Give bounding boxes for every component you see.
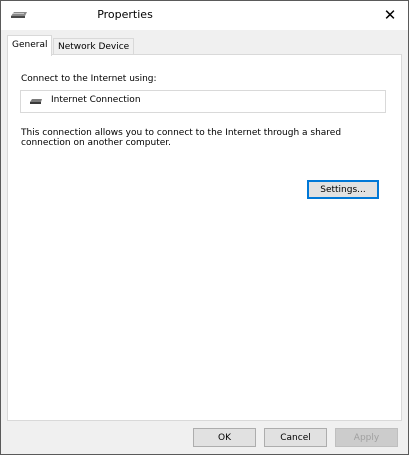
title-bar: Properties ✕: [1, 1, 408, 30]
connection-device-field: Internet Connection: [20, 90, 386, 113]
tab-general[interactable]: General: [7, 35, 53, 56]
window-title: Properties: [97, 8, 153, 21]
connection-device-name: Internet Connection: [51, 95, 141, 105]
network-adapter-icon: [30, 99, 42, 104]
tab-network-device[interactable]: Network Device: [53, 38, 135, 55]
close-button[interactable]: ✕: [373, 3, 407, 29]
properties-dialog: Properties ✕ General Network Device Conn…: [0, 0, 409, 455]
settings-button[interactable]: Settings...: [307, 180, 379, 199]
connection-description: This connection allows you to connect to…: [21, 128, 342, 148]
apply-button: Apply: [335, 428, 398, 447]
ok-button[interactable]: OK: [193, 428, 256, 447]
general-tab-panel: Connect to the Internet using: Internet …: [7, 54, 402, 421]
tab-strip: General Network Device: [7, 35, 402, 56]
cancel-button[interactable]: Cancel: [264, 428, 327, 447]
connect-using-label: Connect to the Internet using:: [21, 74, 157, 84]
